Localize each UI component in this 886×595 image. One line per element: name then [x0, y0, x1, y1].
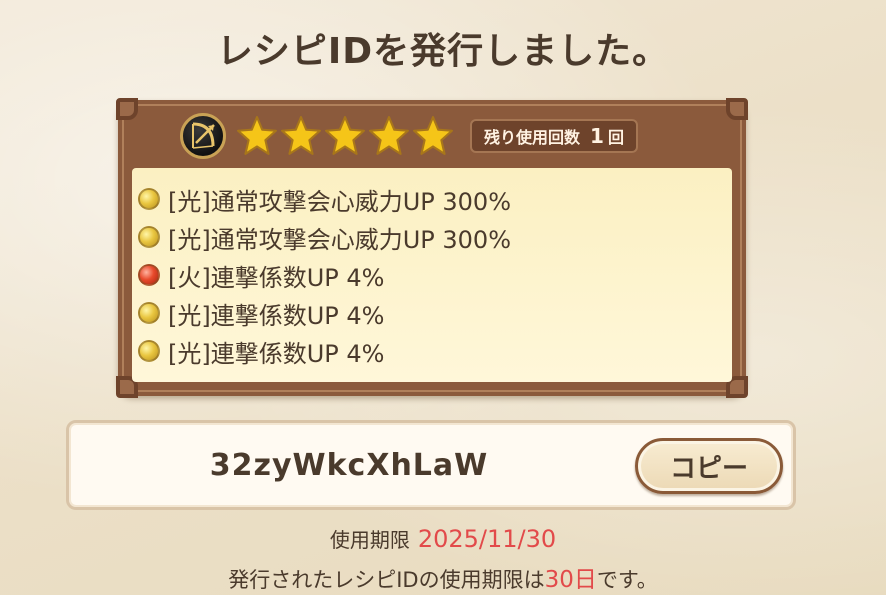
- effect-row: [光]通常攻撃会心威力UP 300%: [138, 218, 732, 256]
- effect-list: [光]通常攻撃会心威力UP 300% [光]通常攻撃会心威力UP 300% [火…: [132, 168, 732, 382]
- expiry-date: 2025/11/30: [417, 525, 557, 553]
- star-icon: [281, 116, 321, 155]
- recipe-card: 残り使用回数 1 回 [光]通常攻撃会心威力UP 300% [光]通常攻撃会心威…: [116, 98, 748, 398]
- fire-element-icon: [138, 264, 160, 286]
- remaining-uses-label: 残り使用回数: [484, 128, 581, 147]
- light-element-icon: [138, 226, 160, 248]
- bow-icon: [180, 113, 226, 159]
- effect-text: [光]通常攻撃会心威力UP 300%: [168, 187, 512, 216]
- expiry-note-suffix: です。: [596, 568, 658, 592]
- effect-row: [火]連撃係数UP 4%: [138, 256, 732, 294]
- star-icon: [369, 116, 409, 155]
- effect-text: [光]通常攻撃会心威力UP 300%: [168, 225, 512, 254]
- rarity-stars: [236, 115, 456, 157]
- effect-text: [光]連撃係数UP 4%: [168, 339, 385, 368]
- expiry-note-days: 30日: [544, 567, 597, 593]
- recipe-id-box: 32zyWkcXhLaW コピー: [66, 420, 796, 510]
- expiry-note-prefix: 発行されたレシピIDの使用期限は: [228, 568, 545, 592]
- effect-text: [光]連撃係数UP 4%: [168, 301, 385, 330]
- expiry-label: 使用期限: [329, 528, 410, 552]
- recipe-card-header: 残り使用回数 1 回: [132, 110, 732, 162]
- effect-text: [火]連撃係数UP 4%: [168, 263, 385, 292]
- effect-row: [光]通常攻撃会心威力UP 300%: [138, 180, 732, 218]
- star-icon: [325, 116, 365, 155]
- light-element-icon: [138, 302, 160, 324]
- effect-row: [光]連撃係数UP 4%: [138, 294, 732, 332]
- recipe-id-text[interactable]: 32zyWkcXhLaW: [69, 423, 629, 507]
- light-element-icon: [138, 340, 160, 362]
- remaining-uses-count: 1: [590, 124, 604, 148]
- dialog-title: レシピIDを発行しました。: [216, 31, 670, 72]
- copy-button[interactable]: コピー: [635, 438, 783, 494]
- star-icon: [237, 116, 277, 155]
- effect-row: [光]連撃係数UP 4%: [138, 332, 732, 370]
- expiry-note: 発行されたレシピIDの使用期限は30日です。: [0, 560, 886, 594]
- light-element-icon: [138, 188, 160, 210]
- star-icon: [413, 116, 453, 155]
- remaining-uses-badge: 残り使用回数 1 回: [470, 119, 638, 153]
- expiry-line: 使用期限 2025/11/30: [0, 524, 886, 553]
- remaining-uses-unit: 回: [607, 128, 624, 147]
